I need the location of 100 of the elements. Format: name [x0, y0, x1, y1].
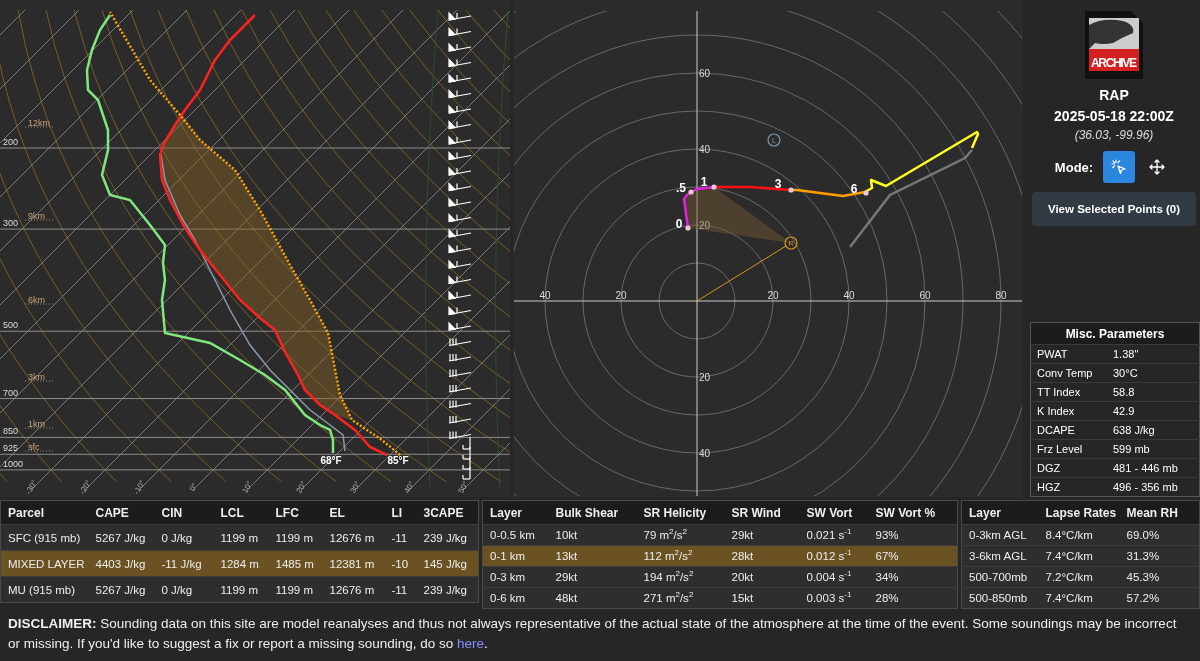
- column-header: LFC: [268, 500, 323, 525]
- axis-label: 20: [699, 372, 711, 383]
- table-cell: 15kt: [724, 587, 800, 609]
- table-row[interactable]: 0-6 km 48kt 271 m$^{2}$/s$^{2}$ 15kt 0.003 s$^{-1}$ 28%: [482, 587, 958, 609]
- temperature-tick-label: 40°: [402, 479, 417, 495]
- height-marker: [711, 184, 717, 190]
- table-cell: 69.0%: [1119, 524, 1200, 546]
- table-row[interactable]: MIXED LAYER 4403 J/kg -11 J/kg 1284 m 1485 m 12381 m -10 145 J/kg: [0, 550, 479, 577]
- table-cell: -11 J/kg: [154, 550, 214, 577]
- height-marker: [863, 190, 869, 196]
- table-cell: 34%: [868, 566, 958, 588]
- table-cell: 20kt: [724, 566, 800, 588]
- table-cell: PWAT: [1030, 344, 1107, 364]
- table-cell: -10: [384, 550, 417, 577]
- model-name: RAP: [1099, 87, 1129, 103]
- table-row[interactable]: 0-3km AGL 8.4°C/km 69.0%: [961, 524, 1200, 546]
- table-cell: MU (915 mb): [0, 576, 89, 603]
- column-header: LCL: [213, 500, 269, 525]
- table-cell: 500-850mb: [961, 587, 1039, 609]
- column-header: SR Helicity: [636, 500, 725, 525]
- table-cell: TT Index: [1030, 382, 1107, 402]
- column-header: Layer: [482, 500, 549, 525]
- table-cell: 496 - 356 mb: [1107, 477, 1200, 497]
- view-selected-points-button[interactable]: View Selected Points (0): [1032, 192, 1196, 226]
- height-label: 6km: [28, 295, 45, 305]
- axis-label: 20: [615, 290, 627, 301]
- table-cell: 45.3%: [1119, 566, 1200, 588]
- table-row[interactable]: MU (915 mb) 5267 J/kg 0 J/kg 1199 m 1199 m 12676 m -11 239 J/kg: [0, 576, 479, 603]
- table-cell: 29kt: [548, 566, 637, 588]
- table-cell: 28kt: [724, 545, 800, 567]
- table-cell: 112 m$^{2}$/s$^{2}$: [636, 545, 725, 567]
- column-header: Lapse Rates: [1038, 500, 1120, 525]
- table-cell: 57.2%: [1119, 587, 1200, 609]
- column-header: 3CAPE: [416, 500, 479, 525]
- disclaimer-text: DISCLAIMER: Sounding data on this site are model reanalyses and thus not always representative of the actual state of the atmosphere at the time of the event. Some soundings may be incorrect or missing. If you'd like to suggest a fix or report a missing sounding, do so here.: [8, 615, 1178, 653]
- table-cell: 599 mb: [1107, 439, 1200, 459]
- pressure-label: 700: [3, 387, 19, 398]
- table-cell: 67%: [868, 545, 958, 567]
- pressure-label: 1000: [3, 458, 24, 469]
- table-cell: MIXED LAYER: [0, 550, 89, 577]
- table-title: Misc. Parameters: [1030, 322, 1200, 345]
- temperature-tick-label: 20°: [294, 479, 309, 495]
- column-header: SW Vort: [799, 500, 869, 525]
- temperature-tick-label: 30°: [348, 479, 363, 495]
- table-cell: 1485 m: [268, 550, 323, 577]
- column-header: Layer: [961, 500, 1039, 525]
- table-cell: 31.3%: [1119, 545, 1200, 567]
- table-cell: 12676 m: [322, 576, 385, 603]
- table-row[interactable]: 0-1 km 13kt 112 m$^{2}$/s$^{2}$ 28kt 0.012 s$^{-1}$ 67%: [482, 545, 958, 567]
- temperature-tick-label: 0°: [187, 481, 200, 493]
- sounding-time: 2025-05-18 22:00Z: [1054, 108, 1174, 124]
- table-cell: 7.4°C/km: [1038, 545, 1120, 567]
- height-label: 3km: [28, 372, 45, 382]
- table-cell: 12381 m: [322, 550, 385, 577]
- column-header: Parcel: [0, 500, 89, 525]
- table-cell: 500-700mb: [961, 566, 1039, 588]
- column-header: SW Vort %: [868, 500, 958, 525]
- table-cell: 58.8: [1107, 382, 1200, 402]
- left-mover-marker: [767, 133, 781, 147]
- height-label: 1km: [28, 419, 45, 429]
- table-cell: 48kt: [548, 587, 637, 609]
- temperature-tick-label: 50°: [456, 479, 471, 495]
- pressure-label: 850: [3, 426, 19, 437]
- table-cell: 28%: [868, 587, 958, 609]
- axis-label: 60: [919, 290, 931, 301]
- height-marker: [788, 187, 794, 193]
- location-coordinates: (36.03, -99.96): [1074, 128, 1154, 142]
- here-link[interactable]: here: [457, 636, 485, 651]
- table-cell: 0-3km AGL: [961, 524, 1039, 546]
- table-row[interactable]: 0-3 km 29kt 194 m$^{2}$/s$^{2}$ 20kt 0.004 s$^{-1}$ 34%: [482, 566, 958, 588]
- table-cell: 4403 J/kg: [88, 550, 155, 577]
- table-cell: 271 m$^{2}$/s$^{2}$: [636, 587, 725, 609]
- table-row[interactable]: 3-6km AGL 7.4°C/km 31.3%: [961, 545, 1200, 567]
- height-label: 6: [850, 182, 858, 196]
- height-label: 3: [774, 177, 782, 191]
- table-cell: 194 m$^{2}$/s$^{2}$: [636, 566, 725, 588]
- mode-button[interactable]: [1103, 151, 1136, 183]
- logo-text: ARCHIVE: [1091, 56, 1137, 70]
- axis-label: 40: [539, 290, 551, 301]
- axis-label: 40: [699, 448, 711, 459]
- height-label: 9km: [28, 211, 45, 221]
- table-cell: 1199 m: [213, 576, 269, 603]
- pressure-label: 300: [3, 218, 19, 229]
- table-row[interactable]: 500-850mb 7.4°C/km 57.2%: [961, 587, 1200, 609]
- column-header: EL: [322, 500, 385, 525]
- table-cell: 42.9: [1107, 401, 1200, 421]
- column-header: CAPE: [88, 500, 155, 525]
- axis-label: 40: [843, 290, 855, 301]
- height-label: sfc: [28, 442, 40, 452]
- table-cell: 1284 m: [213, 550, 269, 577]
- column-header: CIN: [154, 500, 214, 525]
- table-row[interactable]: 500-700mb 7.2°C/km 45.3%: [961, 566, 1200, 588]
- right-mover-marker: [784, 236, 798, 250]
- table-cell: HGZ: [1030, 477, 1107, 497]
- table-cell: 0-6 km: [482, 587, 549, 609]
- cursor-click-icon: [1111, 159, 1128, 175]
- axis-label: 80: [995, 290, 1007, 301]
- table-cell: 638 J/kg: [1107, 420, 1200, 440]
- axis-label: 20: [767, 290, 779, 301]
- table-cell: 8.4°C/km: [1038, 524, 1120, 546]
